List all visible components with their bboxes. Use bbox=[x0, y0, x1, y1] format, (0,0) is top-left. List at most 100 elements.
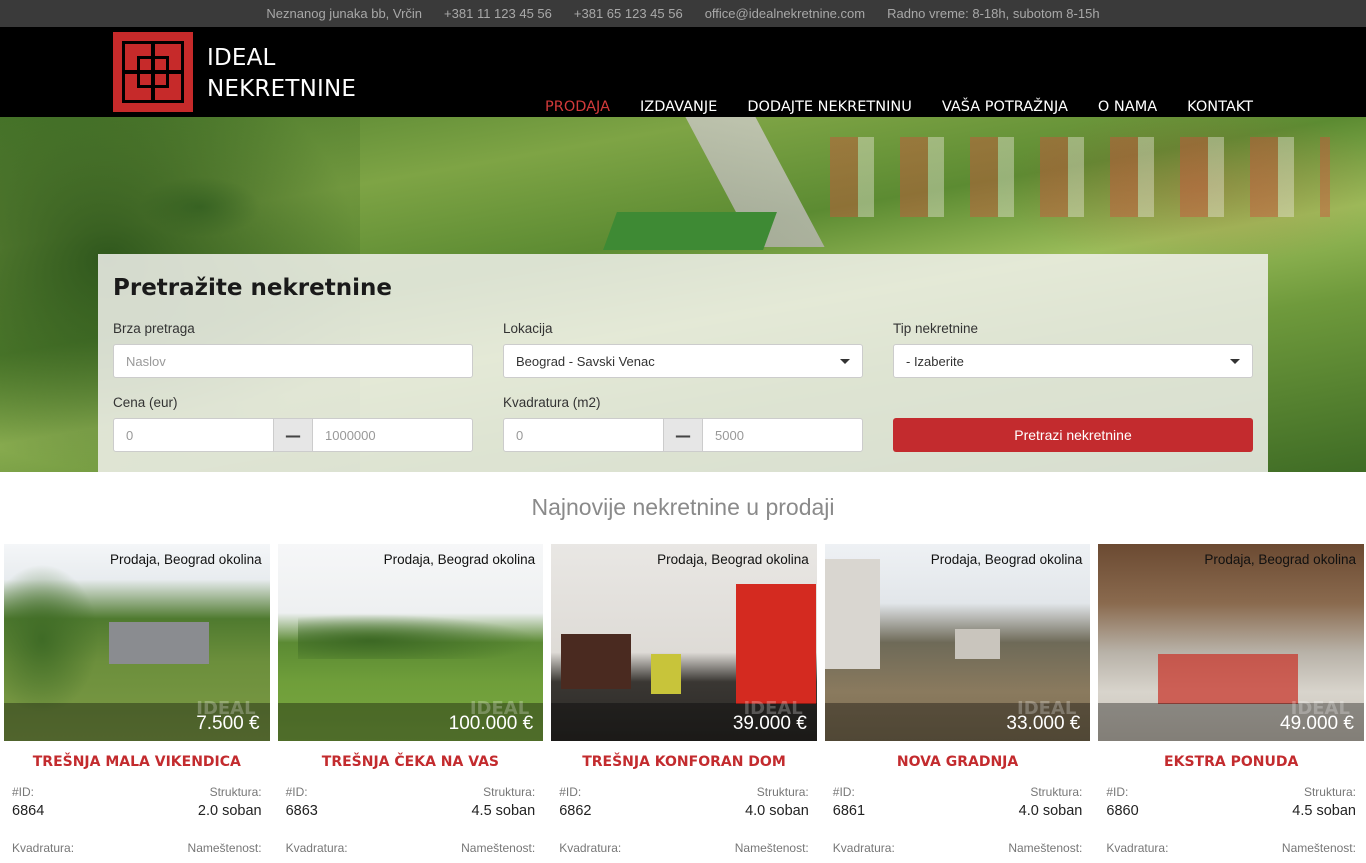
search-panel: Pretražite nekretnine Brza pretraga Nasl… bbox=[98, 254, 1268, 472]
listing-price: 49.000 € bbox=[1280, 713, 1354, 734]
structure-label: Struktura: bbox=[209, 785, 262, 799]
listing-structure: 4.5 soban bbox=[471, 803, 536, 819]
listing-photo[interactable]: Prodaja, Beograd okolina IDEAL 49.000 € bbox=[1098, 544, 1364, 741]
area-max-input[interactable]: 5000 bbox=[702, 418, 863, 452]
listing-tag: Prodaja, Beograd okolina bbox=[109, 552, 262, 567]
listing-card[interactable]: Prodaja, Beograd okolina IDEAL 39.000 € … bbox=[551, 544, 817, 859]
listing-tag: Prodaja, Beograd okolina bbox=[1204, 552, 1356, 567]
brand-line-2: NEKRETNINE bbox=[207, 76, 357, 102]
area-label: Kvadratura: bbox=[1106, 841, 1169, 855]
structure-label: Struktura: bbox=[1030, 785, 1083, 799]
area-label: Kvadratura: bbox=[285, 841, 348, 855]
listing-tag: Prodaja, Beograd okolina bbox=[657, 552, 809, 567]
listing-title[interactable]: NOVA GRADNJA bbox=[825, 754, 1091, 780]
id-label: #ID: bbox=[285, 785, 308, 799]
phone-link-1[interactable]: +381 11 123 45 56 bbox=[444, 6, 552, 21]
listing-price: 33.000 € bbox=[1006, 713, 1081, 734]
property-type-field: Tip nekretnine - Izaberite bbox=[893, 321, 1253, 378]
logo-icon[interactable] bbox=[113, 32, 193, 112]
structure-label: Struktura: bbox=[1303, 785, 1356, 799]
listing-tag: Prodaja, Beograd okolina bbox=[930, 552, 1083, 567]
listing-price: 100.000 € bbox=[448, 713, 534, 734]
listing-structure: 4.0 soban bbox=[1018, 803, 1083, 819]
area-label: Kvadratura: bbox=[12, 841, 75, 855]
listing-price: 39.000 € bbox=[732, 713, 807, 734]
range-dash-icon: — bbox=[274, 418, 312, 452]
id-label: #ID: bbox=[559, 785, 582, 799]
quick-search-input[interactable]: Naslov bbox=[113, 344, 473, 378]
listing-structure: 4.0 soban bbox=[745, 803, 809, 819]
listing-id: 6864 bbox=[12, 803, 45, 819]
location-select[interactable]: Beograd - Savski Venac bbox=[503, 344, 863, 378]
nav-item-vasa-potraznja[interactable]: VAŠA POTRAŽNJA bbox=[942, 99, 1068, 115]
listing-card[interactable]: Prodaja, Beograd okolina IDEAL 49.000 € … bbox=[1098, 544, 1364, 859]
listing-card[interactable]: Prodaja, Beograd okolina IDEAL 33.000 € … bbox=[824, 544, 1091, 859]
listing-id: 6863 bbox=[285, 803, 318, 819]
nav-item-o-nama[interactable]: O NAMA bbox=[1098, 99, 1157, 115]
property-type-label: Tip nekretnine bbox=[893, 321, 979, 336]
chevron-down-icon bbox=[840, 358, 850, 364]
area-min-input[interactable]: 0 bbox=[503, 418, 664, 452]
range-dash-icon: — bbox=[664, 418, 702, 452]
id-label: #ID: bbox=[12, 785, 35, 799]
price-max-input[interactable]: 1000000 bbox=[312, 418, 473, 452]
hero-houses-image bbox=[830, 137, 1330, 217]
listing-id: 6862 bbox=[559, 803, 592, 819]
quick-search-label: Brza pretraga bbox=[113, 321, 195, 336]
nav-item-izdavanje[interactable]: IZDAVANJE bbox=[640, 99, 717, 115]
search-button[interactable]: Pretrazi nekretnine bbox=[893, 418, 1253, 452]
listing-title[interactable]: EKSTRA PONUDA bbox=[1098, 754, 1364, 780]
location-label: Lokacija bbox=[503, 321, 553, 336]
furnished-label: Nameštenost: bbox=[187, 841, 262, 855]
email-link[interactable]: office@idealnekretnine.com bbox=[705, 6, 865, 21]
price-min-input[interactable]: 0 bbox=[113, 418, 274, 452]
nav-item-prodaja[interactable]: PRODAJA bbox=[545, 99, 610, 115]
working-hours-text: Radno vreme: 8-18h, subotom 8-15h bbox=[887, 6, 1100, 21]
top-info-bar: Neznanog junaka bb, Vrčin +381 11 123 45… bbox=[0, 0, 1366, 27]
area-label: Kvadratura: bbox=[832, 841, 895, 855]
listing-photo[interactable]: Prodaja, Beograd okolina IDEAL 7.500 € bbox=[4, 544, 270, 741]
furnished-label: Nameštenost: bbox=[461, 841, 536, 855]
structure-label: Struktura: bbox=[756, 785, 809, 799]
listings-section-title: Najnovije nekretnine u prodaji bbox=[531, 494, 835, 520]
listing-title[interactable]: TREŠNJA KONFORAN DOM bbox=[551, 754, 817, 780]
furnished-label: Nameštenost: bbox=[1008, 841, 1083, 855]
brand-name[interactable]: IDEAL NEKRETNINE bbox=[207, 43, 356, 105]
nav-item-kontakt[interactable]: KONTAKT bbox=[1187, 99, 1253, 115]
listing-card[interactable]: Prodaja, Beograd okolina IDEAL 7.500 € T… bbox=[4, 544, 270, 859]
search-title: Pretražite nekretnine bbox=[113, 275, 392, 301]
search-button-field: Pretrazi nekretnine bbox=[893, 395, 1253, 452]
property-type-select[interactable]: - Izaberite bbox=[893, 344, 1253, 378]
listing-title[interactable]: TREŠNJA ČEKA NA VAS bbox=[278, 754, 544, 780]
quick-search-field: Brza pretraga Naslov bbox=[113, 321, 473, 378]
brand-line-1: IDEAL bbox=[207, 45, 276, 71]
structure-label: Struktura: bbox=[483, 785, 536, 799]
property-type-select-value: - Izaberite bbox=[906, 353, 964, 369]
listing-photo[interactable]: Prodaja, Beograd okolina IDEAL 100.000 € bbox=[277, 544, 544, 741]
price-range-label: Cena (eur) bbox=[113, 395, 178, 410]
furnished-label: Nameštenost: bbox=[1281, 841, 1356, 855]
nav-item-dodajte-nekretninu[interactable]: DODAJTE NEKRETNINU bbox=[747, 99, 912, 115]
listing-tag: Prodaja, Beograd okolina bbox=[383, 552, 536, 567]
hero-banner: Pretražite nekretnine Brza pretraga Nasl… bbox=[0, 117, 1366, 472]
listing-structure: 4.5 soban bbox=[1292, 803, 1356, 819]
site-header: IDEAL NEKRETNINE PRODAJA IZDAVANJE DODAJ… bbox=[0, 27, 1366, 117]
id-label: #ID: bbox=[1106, 785, 1129, 799]
location-field: Lokacija Beograd - Savski Venac bbox=[503, 321, 863, 378]
area-range-field: Kvadratura (m2) 0 — 5000 bbox=[503, 395, 863, 452]
listing-card[interactable]: Prodaja, Beograd okolina IDEAL 100.000 €… bbox=[277, 544, 544, 859]
phone-link-2[interactable]: +381 65 123 45 56 bbox=[574, 6, 683, 21]
listing-title[interactable]: TREŠNJA MALA VIKENDICA bbox=[4, 754, 270, 780]
address-text: Neznanog junaka bb, Vrčin bbox=[266, 6, 423, 21]
area-range-label: Kvadratura (m2) bbox=[503, 395, 601, 410]
listing-structure: 2.0 soban bbox=[197, 803, 262, 819]
listing-id: 6861 bbox=[832, 803, 866, 819]
chevron-down-icon bbox=[1230, 358, 1240, 364]
area-label: Kvadratura: bbox=[559, 841, 622, 855]
location-select-value: Beograd - Savski Venac bbox=[516, 353, 655, 369]
hero-field-image bbox=[603, 212, 777, 250]
listing-photo[interactable]: Prodaja, Beograd okolina IDEAL 33.000 € bbox=[824, 544, 1091, 741]
listing-photo[interactable]: Prodaja, Beograd okolina IDEAL 39.000 € bbox=[551, 544, 817, 741]
furnished-label: Nameštenost: bbox=[734, 841, 809, 855]
id-label: #ID: bbox=[832, 785, 855, 799]
